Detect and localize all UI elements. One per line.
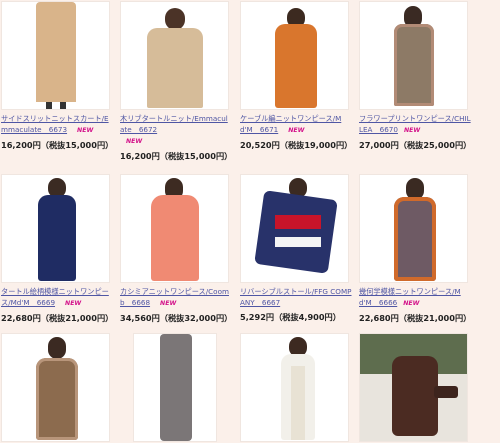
product-card[interactable] [1,333,113,442]
product-card[interactable]: サイドスリットニットスカート/Emmaculate 6673 NEW 16,200… [1,1,113,151]
product-link[interactable]: 幾何学模様ニットワンピース/Md'M 6666 NEW [359,286,471,309]
product-image[interactable] [1,1,110,110]
product-image[interactable] [240,174,349,283]
product-card[interactable]: フラワープリントワンピース/CHILLEA 6670 NEW 27,000円（税抜… [359,1,471,151]
product-price: 22,680円（税抜21,000円） [1,313,114,323]
product-price: 34,560円（税抜32,000円） [120,313,233,323]
new-badge: NEW [403,300,420,307]
new-badge: NEW [77,127,94,134]
product-card[interactable]: カシミアニットワンピース/Coomb 6668 NEW 34,560円（税抜32,… [120,174,232,324]
product-link[interactable]: ケーブル編ニットワンピース/Md'M 6671 NEW [240,113,352,136]
product-image[interactable] [120,1,229,110]
product-image[interactable] [240,333,349,442]
product-grid: サイドスリットニットスカート/Emmaculate 6673 NEW 16,200… [0,0,500,443]
new-badge: NEW [65,300,82,307]
product-price: 16,200円（税抜15,000円） [1,140,114,150]
new-badge: NEW [288,127,305,134]
product-image[interactable] [133,333,217,442]
product-image[interactable] [1,333,110,442]
product-price: 22,680円（税抜21,000円） [359,313,472,323]
product-link[interactable]: タートル絵柄模様ニットワンピース/Md'M 6669 NEW [1,286,113,309]
product-link[interactable]: 木リブタートルニット/Emmaculate 6672 NEW [120,113,232,147]
new-badge: NEW [126,138,143,145]
product-price: 16,200円（税抜15,000円） [120,151,233,161]
product-link[interactable]: カシミアニットワンピース/Coomb 6668 NEW [120,286,232,309]
new-badge: NEW [160,300,177,307]
product-link[interactable]: リバーシブルストール/FFG COMPANY 6667 [240,286,352,308]
product-card[interactable]: タートル絵柄模様ニットワンピース/Md'M 6669 NEW 22,680円（税抜… [1,174,113,324]
product-card[interactable]: リバーシブルストール/FFG COMPANY 6667 5,292円（税抜4,9… [240,174,352,323]
product-card[interactable]: ケーブル編ニットワンピース/Md'M 6671 NEW 20,520円（税抜19,… [240,1,352,151]
product-price: 20,520円（税抜19,000円） [240,140,353,150]
product-image[interactable] [240,1,349,110]
product-link[interactable]: フラワープリントワンピース/CHILLEA 6670 NEW [359,113,471,136]
product-price: 27,000円（税抜25,000円） [359,140,472,150]
product-image[interactable] [1,174,110,283]
product-image[interactable] [359,174,468,283]
product-image[interactable] [120,174,229,283]
product-price: 5,292円（税抜4,900円） [240,312,341,322]
new-badge: NEW [403,127,421,134]
product-image[interactable] [359,333,468,442]
product-card[interactable]: 木リブタートルニット/Emmaculate 6672 NEW 16,200円（税抜… [120,1,232,162]
product-card[interactable]: 幾何学模様ニットワンピース/Md'M 6666 NEW 22,680円（税抜21,… [359,174,471,324]
product-card[interactable] [133,333,245,442]
product-card[interactable] [359,333,471,442]
product-card[interactable] [240,333,352,442]
product-link[interactable]: サイドスリットニットスカート/Emmaculate 6673 NEW [1,113,113,136]
product-image[interactable] [359,1,468,110]
